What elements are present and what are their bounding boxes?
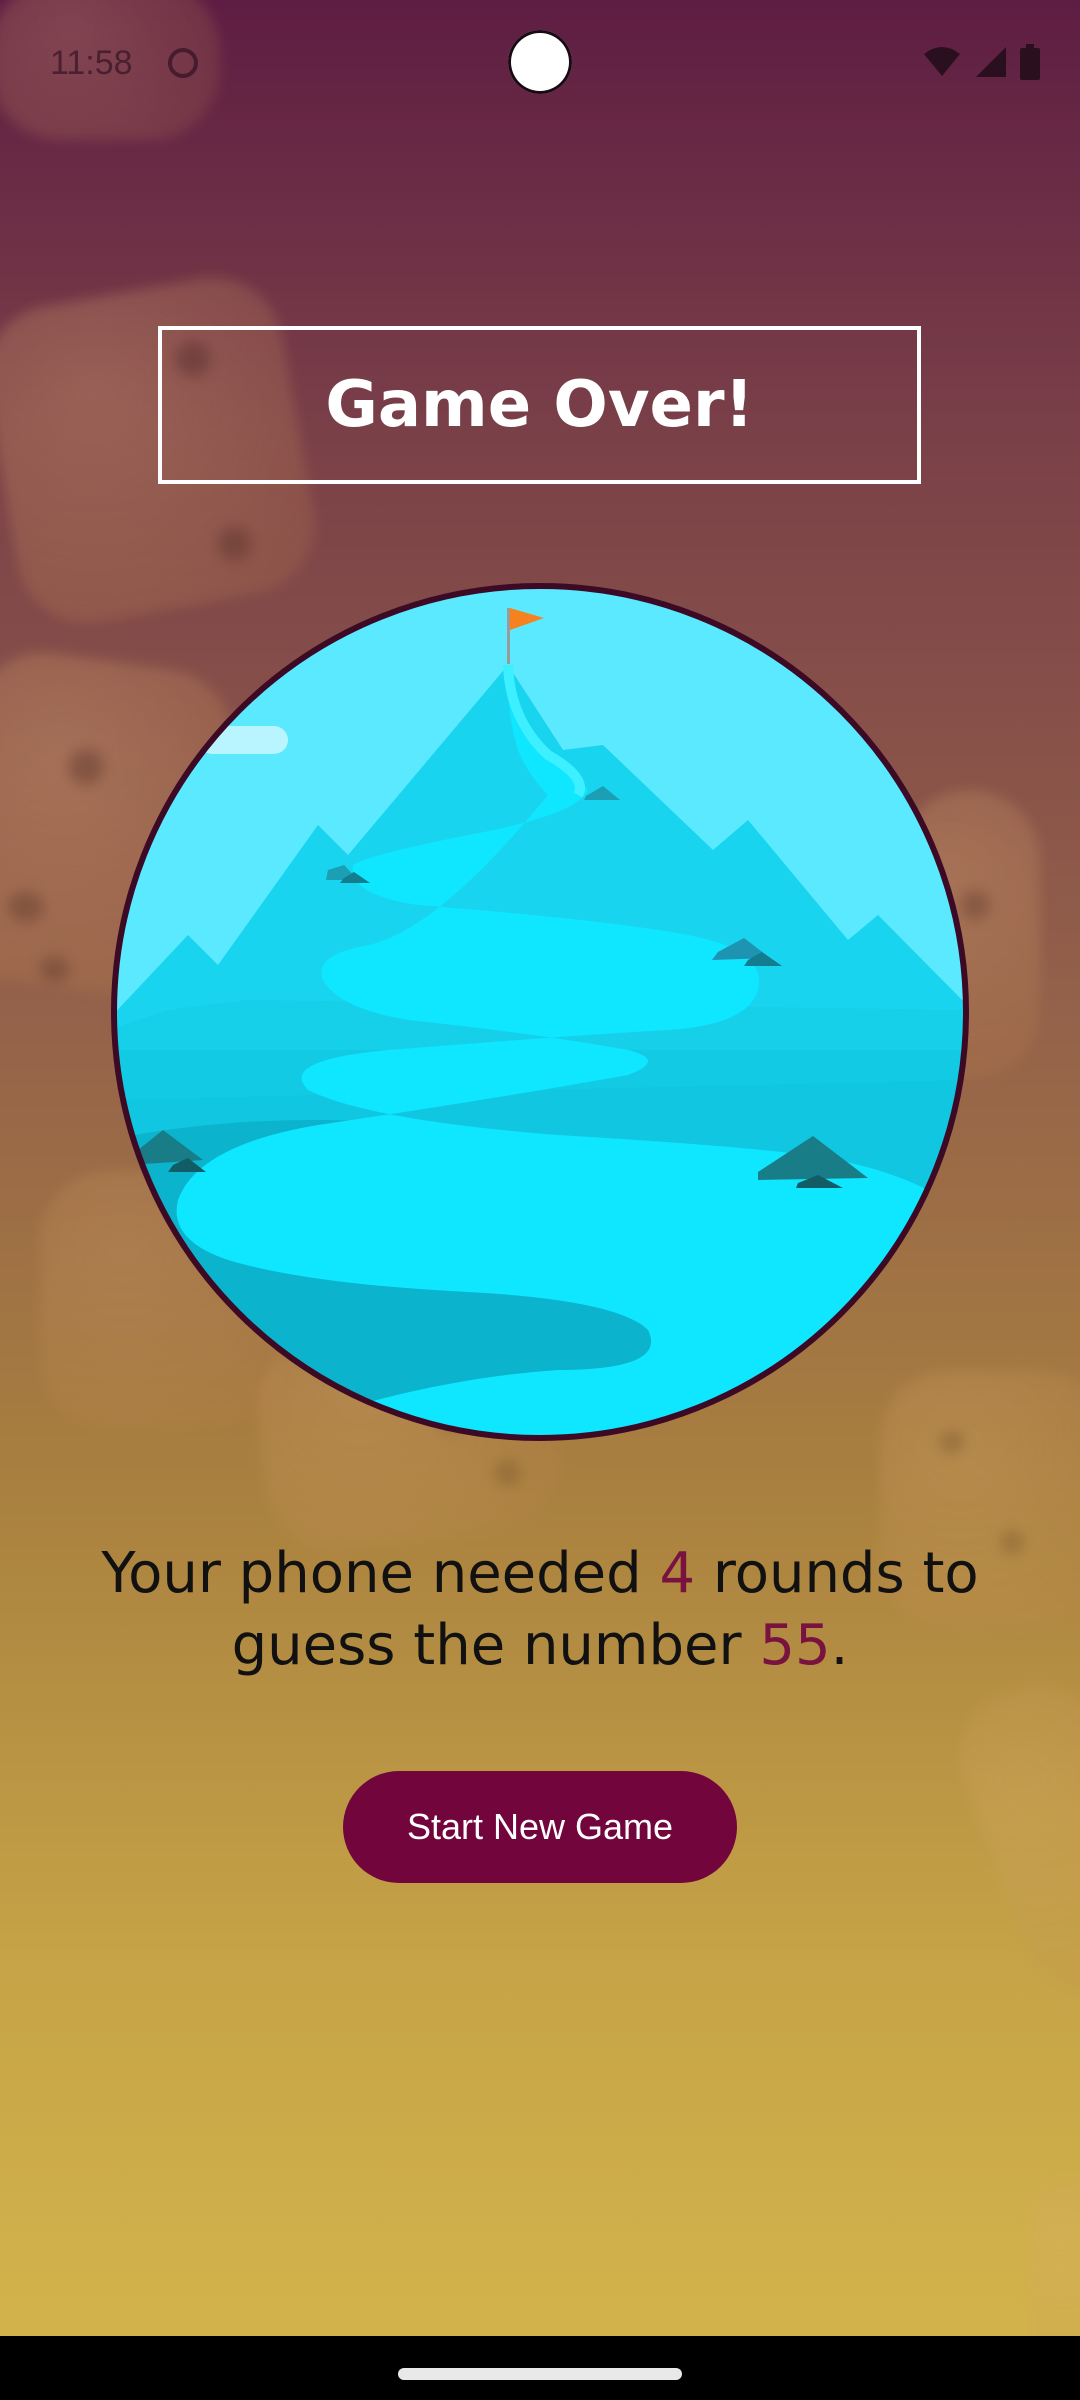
game-over-screen: 11:58 Game Over! Your phone needed 4 rou…	[0, 0, 1080, 2400]
start-new-game-button[interactable]: Start New Game	[343, 1771, 737, 1883]
rounds-count: 4	[659, 1541, 696, 1606]
battery-icon	[1020, 44, 1040, 80]
cell-signal-icon	[976, 47, 1006, 77]
summit-illustration	[108, 580, 972, 1444]
status-time: 11:58	[50, 44, 133, 82]
camera-cutout	[508, 30, 572, 94]
game-over-title: Game Over!	[325, 368, 754, 442]
mountain-summit-flag-icon	[111, 583, 969, 1441]
status-icons	[922, 44, 1040, 80]
home-gesture-handle[interactable]	[398, 2368, 682, 2380]
status-bar: 11:58	[0, 0, 1080, 130]
summary-suffix: .	[830, 1613, 849, 1678]
summary-prefix: Your phone needed	[101, 1541, 660, 1606]
app-notification-icon	[168, 48, 198, 78]
guessed-number: 55	[759, 1613, 831, 1678]
wifi-icon	[924, 47, 960, 76]
game-summary: Your phone needed 4 rounds to guess the …	[60, 1538, 1020, 1682]
game-over-title-box: Game Over!	[158, 326, 921, 484]
